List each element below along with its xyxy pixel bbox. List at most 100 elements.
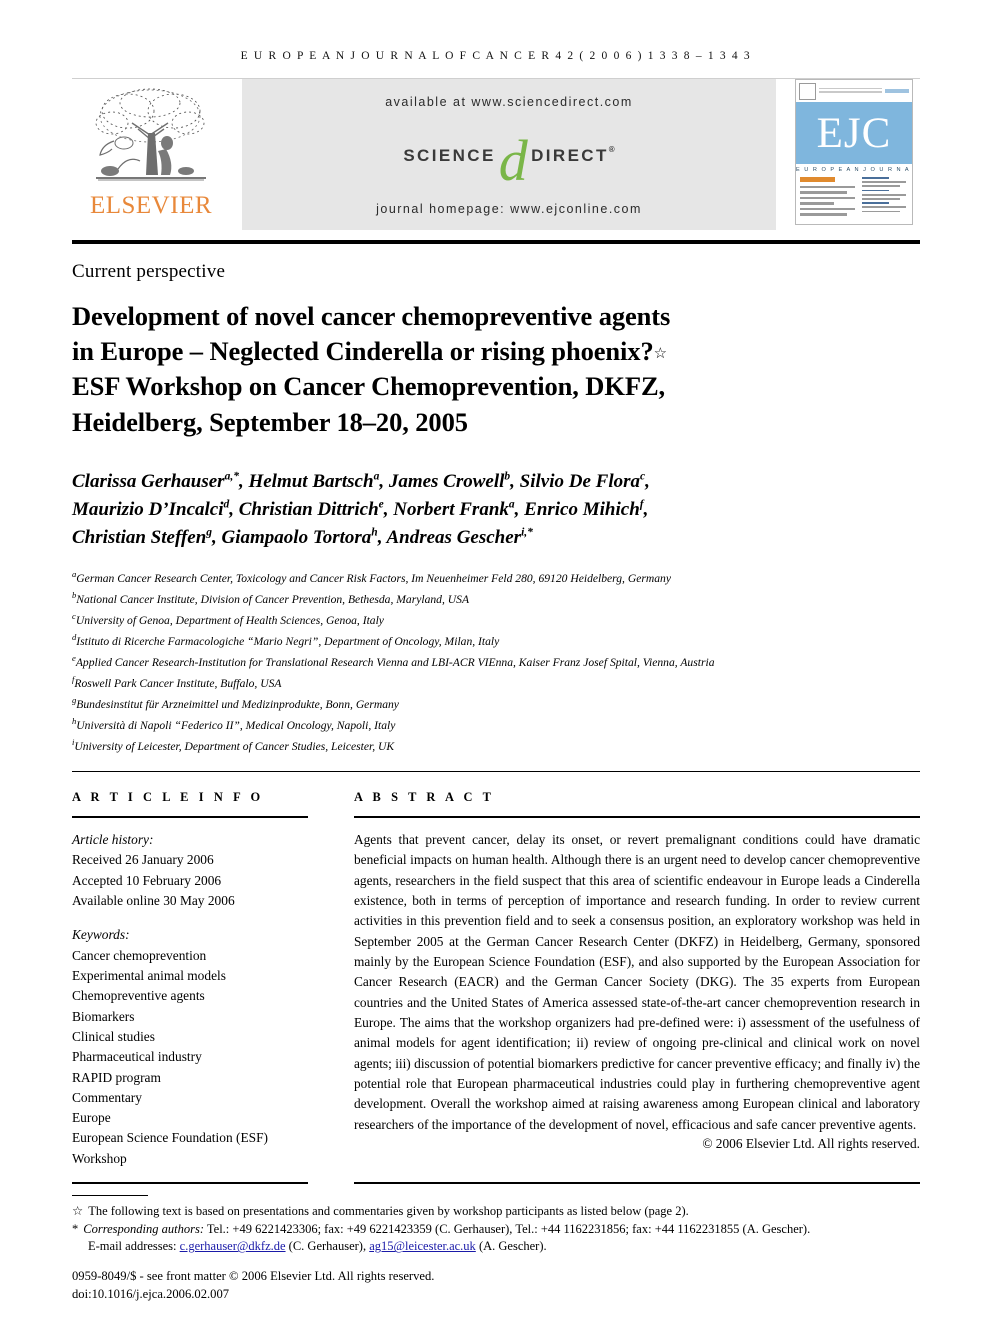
affiliation-item: bNational Cancer Institute, Division of … xyxy=(72,588,920,609)
affiliation-text: Bundesinstitut für Arzneimittel und Medi… xyxy=(76,698,399,712)
author-name: Enrico Mihich xyxy=(524,498,640,520)
corresponding-contact-text: Tel.: +49 6221423306; fax: +49 622142335… xyxy=(206,1221,811,1236)
author-name: Andreas Gescher xyxy=(386,526,522,548)
cover-title-band: EJC xyxy=(796,102,912,164)
title-line-2: in Europe – Neglected Cinderella or risi… xyxy=(72,336,654,367)
sciencedirect-science-text: SCIENCE xyxy=(403,145,496,165)
keyword-item: Commentary xyxy=(72,1089,142,1105)
keyword-item: Pharmaceutical industry xyxy=(72,1049,202,1065)
footnote-star-text: The following text is based on presentat… xyxy=(88,1203,689,1218)
author-name: Silvio De Flora xyxy=(519,470,640,492)
affiliation-text: University of Genoa, Department of Healt… xyxy=(75,613,384,627)
author-name: Christian Steffen xyxy=(72,526,207,548)
footnote-asterisk-marker-icon: * xyxy=(72,1221,79,1236)
article-first-page: E U R O P E A N J O U R N A L O F C A N … xyxy=(0,0,992,1323)
keyword-item: Clinical studies xyxy=(72,1028,155,1044)
cover-issue-line xyxy=(819,87,882,94)
email-addresses-label: E-mail addresses: xyxy=(88,1239,177,1254)
corresponding-authors-label: Corresponding authors: xyxy=(83,1221,204,1236)
cover-publisher-mark-icon xyxy=(799,82,816,100)
email-link-gescher[interactable]: ag15@leicester.ac.uk xyxy=(369,1239,476,1253)
elsevier-tree-icon xyxy=(95,88,206,181)
cover-corner-tag xyxy=(885,89,909,93)
keyword-item: Biomarkers xyxy=(72,1008,135,1024)
cover-contents xyxy=(796,175,912,224)
journal-running-head: E U R O P E A N J O U R N A L O F C A N … xyxy=(240,50,752,62)
cover-journal-name: E U R O P E A N J O U R N A L O F C A N … xyxy=(796,167,912,173)
author-affil-marker: e xyxy=(378,498,384,511)
article-history-label: Article history: xyxy=(72,831,154,847)
affiliation-divider xyxy=(72,770,920,773)
affiliation-item: dIstituto di Ricerche Farmacologiche “Ma… xyxy=(72,630,920,651)
footer-divider-group xyxy=(72,1182,920,1184)
journal-masthead: ELSEVIER available at www.sciencedirect.… xyxy=(72,78,920,230)
author-affil-marker: i,* xyxy=(521,526,533,539)
abstract-heading: A B S T R A C T xyxy=(354,790,495,805)
title-line-1: Development of novel cancer chemoprevent… xyxy=(72,301,671,331)
affiliation-text: German Cancer Research Center, Toxicolog… xyxy=(76,571,672,585)
author-affil-marker: c xyxy=(640,470,646,483)
author-name: Maurizio D’Incalci xyxy=(72,498,224,520)
affiliation-item: aGerman Cancer Research Center, Toxicolo… xyxy=(72,567,920,588)
elsevier-wordmark: ELSEVIER xyxy=(89,192,213,219)
cover-ejc-logo: EJC xyxy=(816,109,892,157)
received-date: Received 26 January 2006 xyxy=(72,852,214,868)
footer-divider-right xyxy=(354,1182,920,1184)
issn-front-matter-line: 0959-8049/$ - see front matter © 2006 El… xyxy=(72,1269,435,1284)
sciencedirect-banner: available at www.sciencedirect.com SCIEN… xyxy=(242,79,776,230)
cover-contents-right xyxy=(861,177,908,221)
accepted-date: Accepted 10 February 2006 xyxy=(72,872,222,888)
keyword-item: Experimental animal models xyxy=(72,968,226,984)
author-name: Helmut Bartsch xyxy=(248,470,374,492)
author-affil-marker: h xyxy=(371,526,378,539)
abstract-column: A B S T R A C T Agents that prevent canc… xyxy=(354,790,920,1169)
footnote-emails: E-mail addresses: c.gerhauser@dkfz.de (C… xyxy=(72,1238,920,1256)
affiliation-item: hUniversità di Napoli “Federico II”, Med… xyxy=(72,714,920,735)
keyword-item: Workshop xyxy=(72,1150,127,1166)
footnote-star-marker-icon: ☆ xyxy=(72,1203,84,1218)
available-at-text: available at www.sciencedirect.com xyxy=(385,95,633,109)
affiliation-text: Roswell Park Cancer Institute, Buffalo, … xyxy=(74,677,282,691)
keyword-item: RAPID program xyxy=(72,1069,161,1085)
cover-contents-left xyxy=(800,177,858,221)
keywords-block: Keywords: Cancer chemoprevention Experim… xyxy=(72,925,308,1169)
affiliation-text: University of Leicester, Department of C… xyxy=(74,740,395,754)
cover-header-strip xyxy=(796,80,912,102)
author-affil-marker: f xyxy=(639,498,644,511)
author-affil-marker: a xyxy=(508,498,515,511)
keyword-item: Europe xyxy=(72,1110,111,1126)
affiliation-item: fRoswell Park Cancer Institute, Buffalo,… xyxy=(72,672,920,693)
author-name: Giampaolo Tortora xyxy=(221,526,372,548)
info-abstract-columns: A R T I C L E I N F O Article history: R… xyxy=(72,790,920,1169)
article-title: Development of novel cancer chemoprevent… xyxy=(72,299,920,440)
footnote-corresponding-body: Corresponding authors: Tel.: +49 6221423… xyxy=(83,1221,810,1239)
email-owner-gescher: (A. Gescher). xyxy=(478,1239,547,1254)
available-online-date: Available online 30 May 2006 xyxy=(72,893,235,909)
doi-line: doi:10.1016/j.ejca.2006.02.007 xyxy=(72,1287,230,1302)
author-affil-marker: d xyxy=(223,498,230,511)
section-type-label: Current perspective xyxy=(72,261,226,282)
cover-section-badge xyxy=(800,177,835,182)
sciencedirect-d-glyph: d xyxy=(498,127,531,193)
abstract-rule xyxy=(354,816,920,818)
author-name: James Crowell xyxy=(388,470,505,492)
affiliation-item: cUniversity of Genoa, Department of Heal… xyxy=(72,609,920,630)
affiliation-text: Istituto di Ricerche Farmacologiche “Mar… xyxy=(76,634,500,648)
email-link-gerhauser[interactable]: c.gerhauser@dkfz.de xyxy=(180,1239,286,1253)
footnote-corresponding: * Corresponding authors: Tel.: +49 62214… xyxy=(72,1221,920,1239)
abstract-text: Agents that prevent cancer, delay its on… xyxy=(354,831,920,1132)
article-history: Article history: Received 26 January 200… xyxy=(72,830,308,912)
article-info-rule xyxy=(72,816,308,818)
author-name: Clarissa Gerhauser xyxy=(72,470,225,492)
email-owner-gerhauser: (C. Gerhauser), xyxy=(288,1239,367,1254)
keyword-item: Chemopreventive agents xyxy=(72,988,205,1004)
footnote-star: ☆ The following text is based on present… xyxy=(72,1203,920,1221)
keyword-item: European Science Foundation (ESF) xyxy=(72,1130,268,1146)
affiliation-item: gBundesinstitut für Arzneimittel und Med… xyxy=(72,693,920,714)
title-line-4: Heidelberg, September 18–20, 2005 xyxy=(72,406,468,437)
cover-image: EJC E U R O P E A N J O U R N A L O F C … xyxy=(795,79,913,225)
affiliation-text: Università di Napoli “Federico II”, Medi… xyxy=(76,719,396,733)
sciencedirect-logo: SCIENCE d DIRECT ® xyxy=(403,131,614,189)
author-list: Clarissa Gerhausera,*, Helmut Bartscha, … xyxy=(72,470,650,548)
elsevier-logo: ELSEVIER xyxy=(72,79,230,230)
